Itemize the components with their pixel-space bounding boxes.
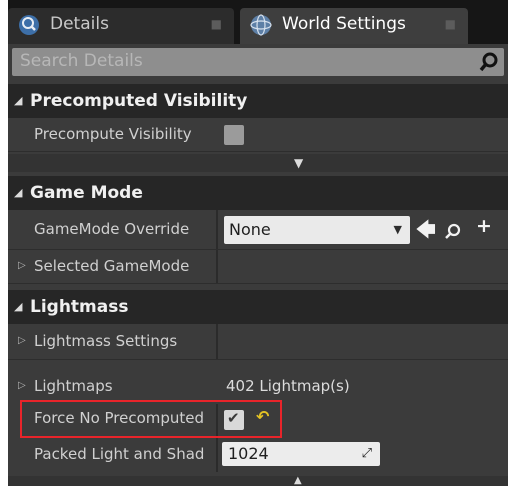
use-selected-arrow-icon[interactable]: 🡄 xyxy=(416,216,436,248)
search-placeholder: Search Details xyxy=(20,51,143,71)
world-settings-panel: Details ■ World Settings ■ Search Detail… xyxy=(8,0,508,486)
property-row: ▷ Lightmaps 402 Lightmap(s) xyxy=(8,366,508,404)
lightmaps-count: 402 Lightmap(s) xyxy=(226,377,350,395)
tab-world-settings-label: World Settings xyxy=(282,14,406,34)
expand-arrow-icon: ▲ xyxy=(294,475,302,486)
add-plus-icon[interactable]: + xyxy=(476,215,492,237)
property-label: Lightmass Settings xyxy=(34,332,178,350)
drag-resize-icon: ⤢ xyxy=(361,446,372,461)
expand-triangle-icon[interactable]: ▷ xyxy=(18,260,26,271)
expand-triangle-icon[interactable]: ▷ xyxy=(18,335,26,346)
tab-details-label: Details xyxy=(50,14,109,34)
tab-bar: Details ■ World Settings ■ xyxy=(8,0,508,44)
advanced-expander[interactable]: ▲ xyxy=(8,476,508,486)
packed-light-value-field[interactable]: 1024 ⤢ xyxy=(222,442,380,466)
search-input[interactable]: Search Details xyxy=(12,48,504,76)
collapse-triangle-icon: ◢ xyxy=(14,300,23,313)
column-divider[interactable] xyxy=(216,250,218,283)
dropdown-value: None xyxy=(229,220,271,239)
property-label: GameMode Override xyxy=(34,220,190,238)
globe-icon xyxy=(250,14,272,36)
property-label: Selected GameMode xyxy=(34,257,190,275)
gamemode-override-dropdown[interactable]: None ▼ xyxy=(224,216,410,244)
column-divider[interactable] xyxy=(216,324,218,359)
advanced-expander[interactable]: ▼ xyxy=(8,154,508,172)
category-title: Precomputed Visibility xyxy=(30,91,248,111)
expand-arrow-icon: ▼ xyxy=(294,156,304,170)
magnifier-icon xyxy=(19,15,39,35)
expand-triangle-icon[interactable]: ▷ xyxy=(18,380,26,391)
collapse-triangle-icon: ◢ xyxy=(14,186,23,199)
highlight-box xyxy=(20,400,282,438)
property-label: Precompute Visibility xyxy=(34,125,192,143)
property-label: Lightmaps xyxy=(34,377,113,395)
tab-world-settings[interactable]: World Settings ■ xyxy=(240,8,468,44)
field-value: 1024 xyxy=(228,444,269,463)
property-row: ▷ Selected GameMode xyxy=(8,250,508,284)
category-precomputed-visibility[interactable]: ◢ Precomputed Visibility xyxy=(8,84,508,118)
category-game-mode[interactable]: ◢ Game Mode xyxy=(8,176,508,210)
column-divider[interactable] xyxy=(216,438,218,472)
category-title: Lightmass xyxy=(30,297,129,317)
search-icon[interactable] xyxy=(478,51,500,73)
property-row: Packed Light and Shad 1024 ⤢ xyxy=(8,438,508,472)
property-label: Packed Light and Shad xyxy=(34,445,205,463)
column-divider[interactable] xyxy=(216,210,218,249)
tab-close-icon[interactable]: ■ xyxy=(445,8,456,41)
tab-close-icon[interactable]: ■ xyxy=(211,8,222,41)
tab-details[interactable]: Details ■ xyxy=(8,8,234,44)
category-lightmass[interactable]: ◢ Lightmass xyxy=(8,290,508,324)
collapse-triangle-icon: ◢ xyxy=(14,94,23,107)
property-row: Precompute Visibility xyxy=(8,118,508,152)
chevron-down-icon: ▼ xyxy=(393,223,402,236)
property-row: ▷ Lightmass Settings xyxy=(8,324,508,360)
property-row: GameMode Override None ▼ 🡄 + xyxy=(8,210,508,250)
browse-search-icon[interactable] xyxy=(444,222,462,240)
category-title: Game Mode xyxy=(30,183,143,203)
precompute-visibility-checkbox[interactable] xyxy=(224,125,244,145)
